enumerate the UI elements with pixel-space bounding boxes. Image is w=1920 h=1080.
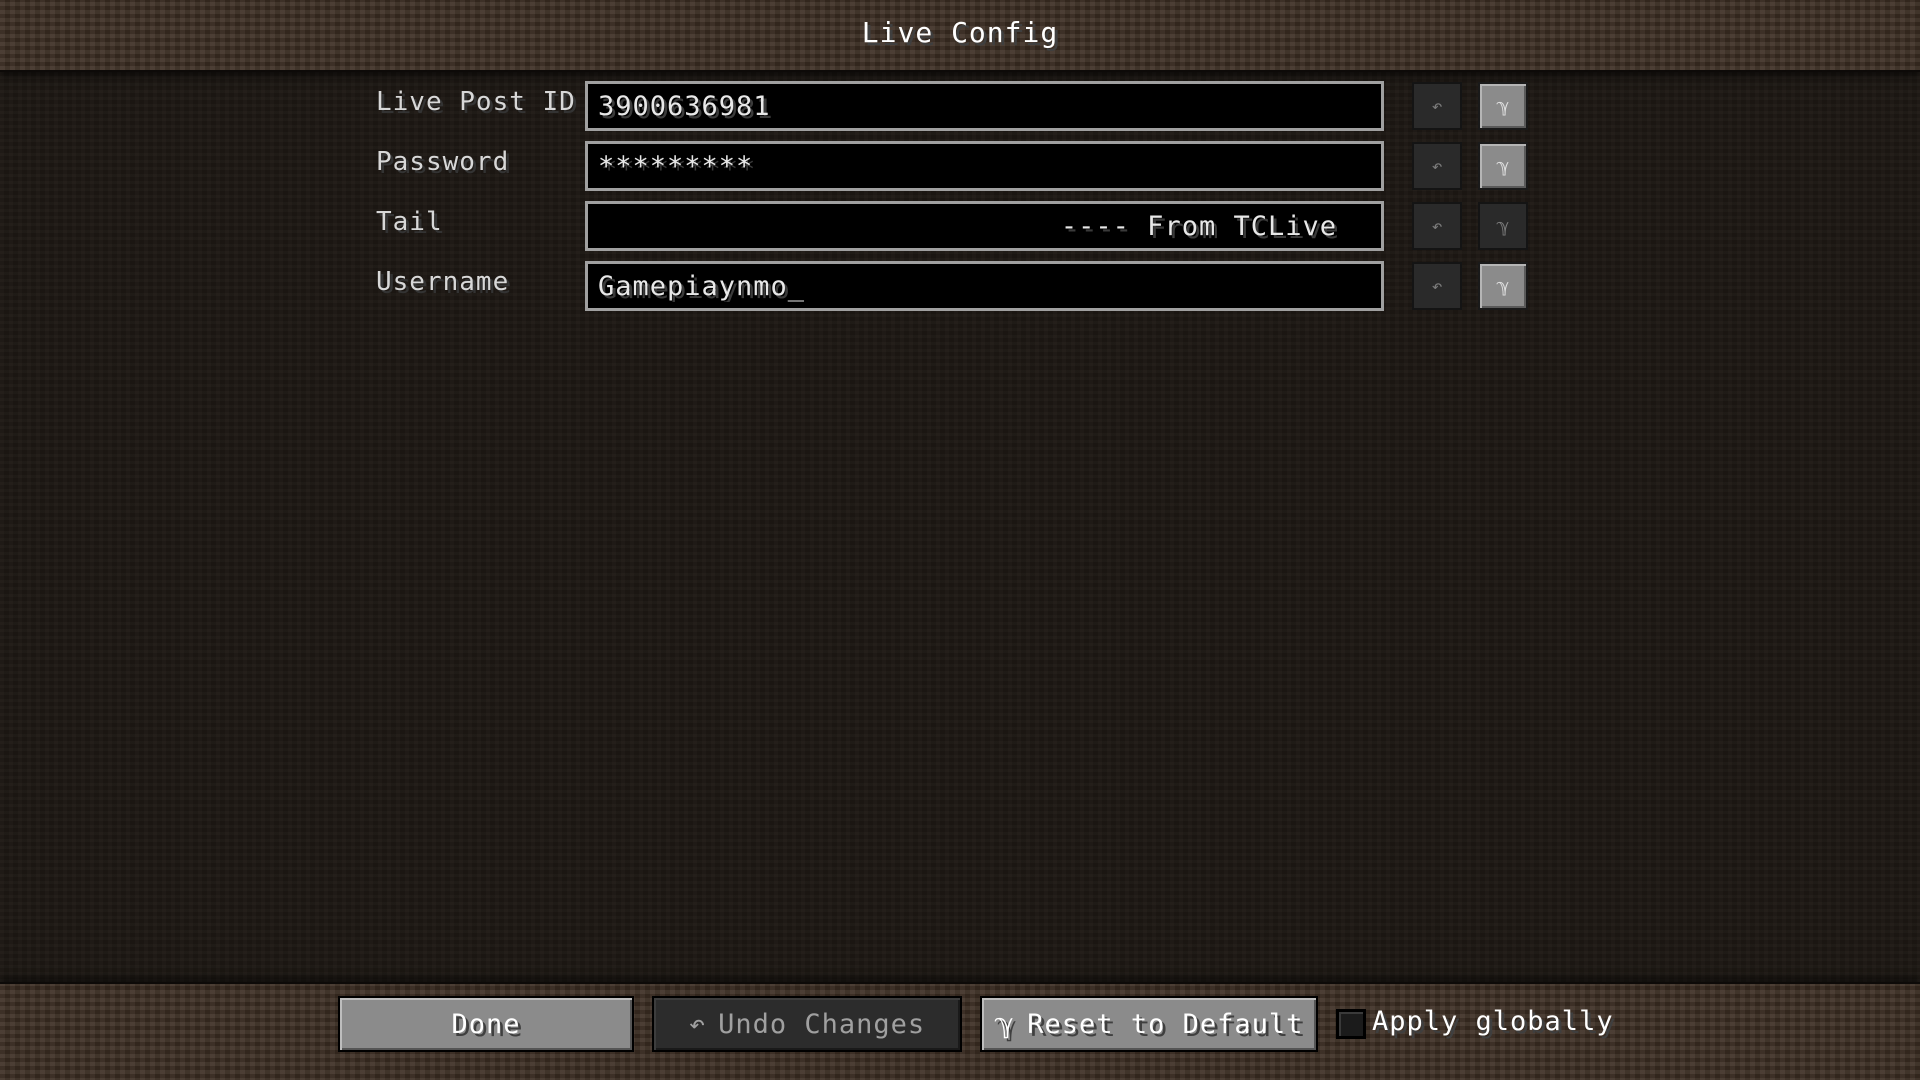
reset-icon: ℽ bbox=[994, 1008, 1016, 1040]
reset-to-default-label: Reset to Default bbox=[1027, 1008, 1304, 1040]
reset-field-button[interactable]: ℽ bbox=[1478, 82, 1528, 130]
undo-icon: ↶ bbox=[1431, 95, 1443, 117]
undo-icon: ↶ bbox=[1431, 275, 1443, 297]
config-row-tail: Tail ↶ ℽ bbox=[0, 201, 1920, 255]
undo-field-button[interactable]: ↶ bbox=[1412, 82, 1462, 130]
username-input[interactable] bbox=[585, 261, 1384, 311]
tail-label: Tail bbox=[376, 207, 443, 237]
reset-icon: ℽ bbox=[1496, 95, 1510, 117]
undo-field-button[interactable]: ↶ bbox=[1412, 202, 1462, 250]
reset-icon: ℽ bbox=[1496, 215, 1510, 237]
password-label: Password bbox=[376, 147, 510, 177]
live-post-id-label: Live Post ID bbox=[376, 87, 576, 117]
reset-field-button[interactable]: ℽ bbox=[1478, 262, 1528, 310]
config-row-password: Password ↶ ℽ bbox=[0, 141, 1920, 195]
reset-to-default-button[interactable]: ℽ Reset to Default bbox=[980, 996, 1318, 1052]
apply-globally-checkbox[interactable] bbox=[1336, 1009, 1366, 1039]
undo-icon: ↶ bbox=[1431, 215, 1443, 237]
reset-field-button[interactable]: ℽ bbox=[1478, 142, 1528, 190]
screen-title: Live Config bbox=[861, 16, 1059, 49]
username-label: Username bbox=[376, 267, 510, 297]
config-row-username: Username ↶ ℽ bbox=[0, 261, 1920, 315]
undo-icon: ↶ bbox=[1431, 155, 1443, 177]
undo-field-button[interactable]: ↶ bbox=[1412, 262, 1462, 310]
password-input[interactable] bbox=[585, 141, 1384, 191]
config-row-live-post-id: Live Post ID ↶ ℽ bbox=[0, 81, 1920, 135]
reset-icon: ℽ bbox=[1496, 155, 1510, 177]
undo-field-button[interactable]: ↶ bbox=[1412, 142, 1462, 190]
done-button[interactable]: Done bbox=[338, 996, 634, 1052]
reset-icon: ℽ bbox=[1496, 275, 1510, 297]
tail-input[interactable] bbox=[585, 201, 1384, 251]
live-post-id-input[interactable] bbox=[585, 81, 1384, 131]
apply-globally-label: Apply globally bbox=[1372, 1006, 1614, 1037]
reset-field-button[interactable]: ℽ bbox=[1478, 202, 1528, 250]
config-screen: Live Config Live Post ID ↶ ℽ Password ↶ … bbox=[0, 0, 1920, 1080]
undo-icon: ↶ bbox=[688, 1008, 707, 1040]
undo-changes-label: Undo Changes bbox=[718, 1008, 926, 1040]
done-button-label: Done bbox=[451, 1008, 521, 1040]
undo-changes-button[interactable]: ↶ Undo Changes bbox=[652, 996, 962, 1052]
